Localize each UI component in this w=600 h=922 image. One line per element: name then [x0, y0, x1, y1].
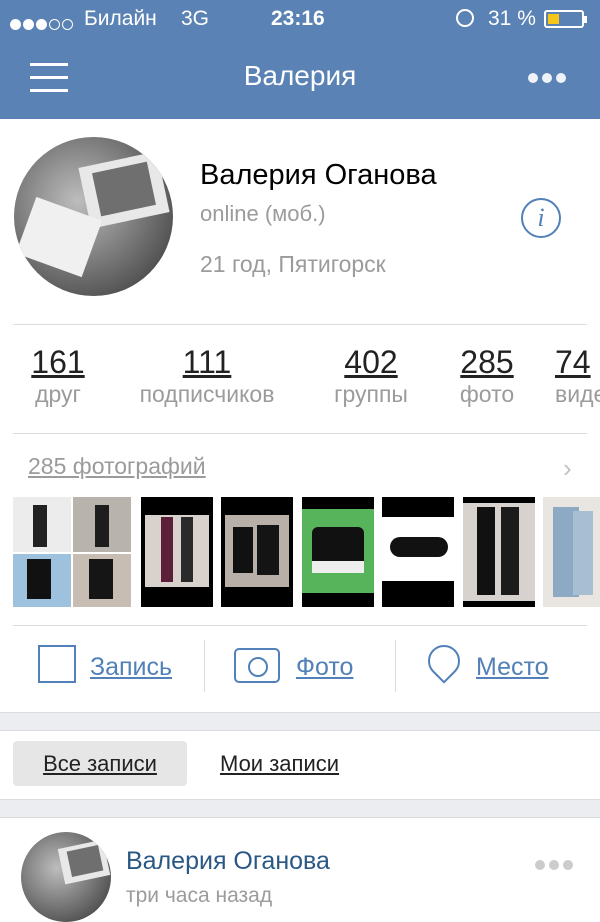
- stat-friends[interactable]: 161 друг: [28, 344, 88, 408]
- photos-link[interactable]: 285 фотографий: [28, 453, 206, 480]
- stat-label: подписчиков: [139, 381, 275, 407]
- stat-label: друг: [35, 381, 81, 407]
- post-author-avatar[interactable]: [21, 832, 111, 922]
- divider: [13, 625, 587, 626]
- stat-count: 161: [31, 344, 85, 380]
- place-button[interactable]: Место: [476, 653, 549, 682]
- photo-thumbnail[interactable]: [463, 497, 535, 607]
- stat-groups[interactable]: 402 группы: [323, 344, 419, 408]
- stat-followers[interactable]: 111 подписчиков: [122, 344, 292, 408]
- network-type: 3G: [181, 7, 210, 30]
- photo-thumbnail[interactable]: [141, 497, 213, 607]
- tab-all-posts[interactable]: Все записи: [13, 741, 187, 786]
- post-time: три часа назад: [126, 884, 273, 907]
- stat-label: группы: [334, 381, 408, 407]
- chevron-right-icon[interactable]: ›: [563, 453, 572, 484]
- stat-count: 402: [344, 344, 398, 380]
- page-title: Валерия: [243, 60, 357, 91]
- profile-details: 21 год, Пятигорск: [200, 251, 386, 277]
- info-icon[interactable]: i: [521, 198, 561, 238]
- photo-thumbnail[interactable]: [221, 497, 293, 607]
- signal-strength-icon: [10, 12, 75, 36]
- stat-count: 74: [555, 344, 591, 380]
- post-author-name[interactable]: Валерия Оганова: [126, 847, 330, 876]
- profile-name: Валерия Оганова: [200, 159, 437, 191]
- rotation-lock-icon: [456, 9, 474, 27]
- post-button[interactable]: Запись: [90, 653, 172, 682]
- stat-count: 111: [182, 344, 232, 380]
- divider: [395, 640, 396, 692]
- online-status: online (моб.): [200, 201, 326, 226]
- avatar[interactable]: [14, 137, 173, 296]
- photo-thumbnail[interactable]: [302, 497, 374, 607]
- tab-my-posts[interactable]: Мои записи: [220, 741, 339, 786]
- ellipsis-icon[interactable]: [524, 70, 566, 88]
- photo-button[interactable]: Фото: [296, 653, 353, 682]
- app-header: Билайн 3G 23:16 31 % Валерия: [0, 0, 600, 119]
- battery-icon: [544, 10, 587, 28]
- compose-icon[interactable]: [38, 645, 76, 683]
- stat-photos[interactable]: 285 фото: [452, 344, 522, 408]
- clock: 23:16: [271, 7, 325, 30]
- battery-percent: 31 %: [488, 7, 536, 30]
- divider: [204, 640, 205, 692]
- section-gap: [0, 799, 600, 818]
- photo-thumbnail[interactable]: [382, 497, 454, 607]
- stat-label: видео: [555, 381, 600, 407]
- stat-label: фото: [459, 381, 515, 407]
- post-options-icon[interactable]: [531, 857, 573, 875]
- section-gap: [0, 712, 600, 731]
- stat-videos[interactable]: 74 видео: [555, 344, 600, 408]
- location-pin-icon[interactable]: [421, 638, 467, 684]
- divider: [13, 433, 587, 434]
- divider: [13, 324, 587, 325]
- stat-count: 285: [460, 344, 514, 380]
- carrier-name: Билайн: [84, 7, 157, 30]
- camera-icon[interactable]: [234, 648, 280, 683]
- photo-thumbnail[interactable]: [13, 497, 131, 607]
- photo-thumbnail[interactable]: [543, 497, 600, 607]
